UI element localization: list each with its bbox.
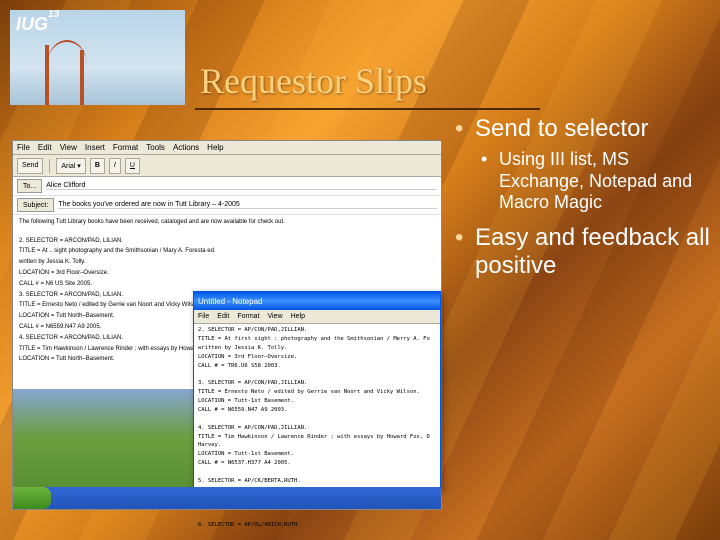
slide-title: Requestor Slips xyxy=(200,60,427,102)
title-underline xyxy=(195,108,540,110)
bold-button[interactable]: B xyxy=(90,158,105,174)
notepad-line: TITLE = At first sight : photography and… xyxy=(198,336,436,343)
menu-item[interactable]: Actions xyxy=(173,143,199,152)
notepad-line: 5. SELECTOR = AP/CK/BERTA,RUTH. xyxy=(198,478,436,485)
screenshot-composite: File Edit View Insert Format Tools Actions Help… xyxy=(12,140,442,510)
send-button[interactable]: Send xyxy=(17,158,43,174)
menu-item[interactable]: Edit xyxy=(38,143,52,152)
notepad-line xyxy=(198,513,436,520)
notepad-line: 3. SELECTOR = AP/CON/PAD,JILLIAN. xyxy=(198,380,436,387)
menu-item[interactable]: File xyxy=(17,143,30,152)
notepad-line: CALL # = N6537.H377 A4 2005. xyxy=(198,460,436,467)
menu-item[interactable]: Tools xyxy=(146,143,165,152)
logo-text: IUG13 xyxy=(16,14,59,35)
bullet-list: Send to selector Using III list, MS Exch… xyxy=(455,115,710,286)
notepad-line: LOCATION = Tutt-1st Basement. xyxy=(198,451,436,458)
notepad-window: Untitled - Notepad File Edit Format View Hel… xyxy=(193,291,441,491)
bullet-1: Send to selector xyxy=(455,115,710,143)
email-menubar[interactable]: File Edit View Insert Format Tools Actions Help xyxy=(13,141,441,155)
start-button[interactable] xyxy=(13,487,51,509)
to-field-row: To... Alice Clifford xyxy=(13,177,441,196)
notepad-line: LOCATION = Tutt-1st Basement. xyxy=(198,398,436,405)
notepad-line: LOCATION = 3rd Floor–Oversize. xyxy=(198,354,436,361)
menu-item[interactable]: Format xyxy=(113,143,138,152)
conference-logo: IUG13 xyxy=(10,10,185,105)
notepad-line: TITLE = Ernesto Neto / edited by Gerrie … xyxy=(198,389,436,396)
to-value[interactable]: Alice Clifford xyxy=(46,182,437,190)
subject-value[interactable]: The books you've ordered are now in Tutt… xyxy=(58,201,437,209)
notepad-line: CALL # = N6559.N47 A9 2003. xyxy=(198,407,436,414)
notepad-titlebar[interactable]: Untitled - Notepad xyxy=(194,292,440,310)
menu-item[interactable]: Help xyxy=(207,143,223,152)
notepad-line xyxy=(198,469,436,476)
email-toolbar[interactable]: Send Arial ▾ B I U xyxy=(13,155,441,177)
email-window: File Edit View Insert Format Tools Actions Help… xyxy=(13,141,441,509)
notepad-line: 2. SELECTOR = AP/CON/PAD,JILLIAN. xyxy=(198,327,436,334)
email-line: 2. SELECTOR = ARCON/PAD, LILIAN. xyxy=(19,238,435,246)
email-line: LOCATION = 3rd Floor–Oversize. xyxy=(19,270,435,278)
email-line: CALL # = N6 US Site 2005. xyxy=(19,281,435,289)
notepad-line xyxy=(198,416,436,423)
bullet-2: Easy and feedback all positive xyxy=(455,224,710,280)
bullet-1-1: Using III list, MS Exchange, Notepad and… xyxy=(481,149,710,214)
notepad-line: CALL # = TR6.U6 S58 2003. xyxy=(198,363,436,370)
italic-button[interactable]: I xyxy=(109,158,121,174)
notepad-line: 6. SELECTOR = AP/OL/ARICH,RUTH. xyxy=(198,522,436,529)
menu-item[interactable]: File xyxy=(198,313,209,320)
notepad-line: Harvey. xyxy=(198,442,436,449)
menu-item[interactable]: View xyxy=(60,143,77,152)
menu-item[interactable]: Insert xyxy=(85,143,105,152)
subject-label: Subject: xyxy=(17,198,54,212)
notepad-line: written by Jessia K. Tolly. xyxy=(198,345,436,352)
notepad-line: 4. SELECTOR = AP/CON/PAD,JILLIAN. xyxy=(198,425,436,432)
menu-item[interactable]: Format xyxy=(237,313,259,320)
menu-item[interactable]: Help xyxy=(291,313,305,320)
to-button[interactable]: To... xyxy=(17,179,42,193)
notepad-line xyxy=(198,371,436,378)
format-dropdown[interactable]: Arial ▾ xyxy=(56,158,85,174)
taskbar[interactable] xyxy=(13,487,441,509)
email-line: written by Jessia K. Tolly. xyxy=(19,259,435,267)
notepad-line: TITLE = Tim Hawkinson / Lawrence Rinder … xyxy=(198,434,436,441)
underline-button[interactable]: U xyxy=(125,158,140,174)
menu-item[interactable]: View xyxy=(268,313,283,320)
subject-field-row: Subject: The books you've ordered are no… xyxy=(13,196,441,215)
notepad-menubar[interactable]: File Edit Format View Help xyxy=(194,310,440,324)
email-line: TITLE = At .. sight photography and the … xyxy=(19,248,435,256)
menu-item[interactable]: Edit xyxy=(217,313,229,320)
